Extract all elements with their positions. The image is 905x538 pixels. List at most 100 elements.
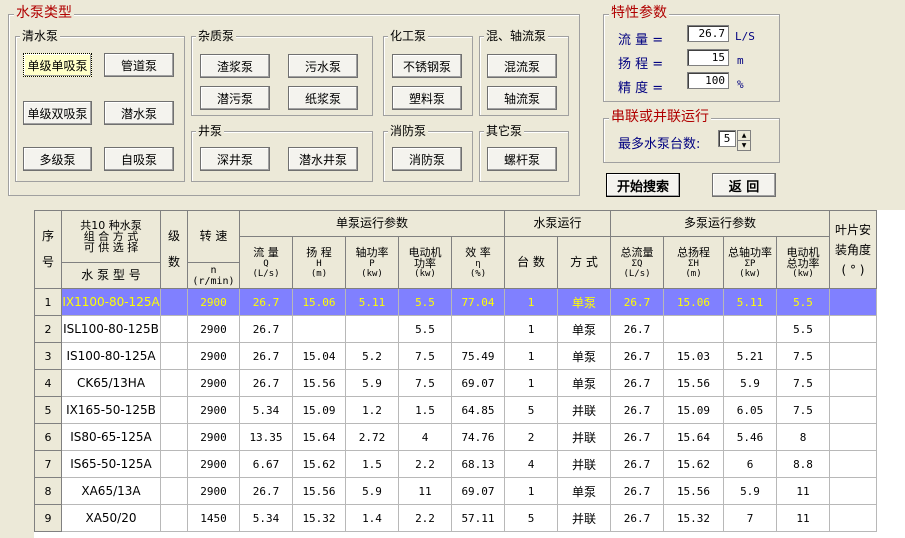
model-cell: ISL100-80-125B [61,315,161,343]
group-chemical-title: 化工泵 [388,29,429,43]
group-mixed-axial-title: 混、轴流泵 [484,29,549,43]
total-motor-power-cell: 5.5 [776,288,830,316]
col-multi-group: 多泵运行参数 [610,210,830,237]
btn-single-stage-double-suction[interactable]: 单级双吸泵 [23,101,92,125]
spin-up-icon[interactable]: ▲ [737,130,751,141]
col-s-flow-label: 流 量 [253,246,279,259]
run-mode-cell: 单泵 [557,288,611,316]
table-row[interactable]: 3 IS100-80-125A 2900 26.7 15.04 5.2 7.5 75.49 1 单… [34,342,877,370]
table-row[interactable]: 1 IX1100-80-125A 2900 26.7 15.06 5.11 5.5 77.04… [34,288,877,316]
flow-cell: 6.67 [239,450,293,478]
stage-cell [160,477,188,505]
shaft-power-cell: 5.9 [345,369,399,397]
btn-paper-pulp-pump[interactable]: 纸浆泵 [288,86,358,110]
table-row[interactable]: 7 IS65-50-125A 2900 6.67 15.62 1.5 2.2 68.13 4 并联… [34,450,877,478]
precision-input[interactable]: 100 [687,72,729,89]
group-fire-title: 消防泵 [388,124,429,138]
btn-screw-pump[interactable]: 螺杆泵 [487,147,557,171]
table-row[interactable]: 5 IX165-50-125B 2900 5.34 15.09 1.2 1.5 64.85 5 并… [34,396,877,424]
row-number: 6 [34,423,62,451]
params-title: 特性参数 [609,5,669,21]
btn-submersible-well-pump[interactable]: 潜水井泵 [288,147,358,171]
total-shaft-power-cell: 5.11 [723,288,777,316]
total-flow-cell: 26.7 [610,342,664,370]
table-row[interactable]: 9 XA50/20 1450 5.34 15.32 1.4 2.2 57.11 5 并联 26.7 1… [34,504,877,532]
btn-deep-well-pump[interactable]: 深井泵 [200,147,270,171]
run-mode-cell: 并联 [557,423,611,451]
total-flow-cell: 26.7 [610,504,664,532]
group-impurity-title: 杂质泵 [196,29,237,43]
col-m-head-label: 总扬程 [677,246,710,259]
btn-fire-pump[interactable]: 消防泵 [392,147,462,171]
total-motor-power-cell: 8 [776,423,830,451]
total-flow-cell: 26.7 [610,369,664,397]
spin-down-icon[interactable]: ▼ [737,141,751,151]
table-row[interactable]: 6 IS80-65-125A 2900 13.35 15.64 2.72 4 74.76 2 并联… [34,423,877,451]
speed-cell: 2900 [187,423,240,451]
total-flow-cell: 26.7 [610,315,664,343]
pump-count-cell: 1 [504,315,558,343]
back-button[interactable]: 返 回 [712,173,776,197]
max-pumps-input[interactable]: 5 [718,130,736,147]
btn-multistage-pump[interactable]: 多级泵 [23,147,92,171]
head-cell: 15.56 [292,369,346,397]
table-row[interactable]: 2 ISL100-80-125B 2900 26.7 5.5 1 单泵 26.7 5.5 [34,315,877,343]
shaft-power-cell [345,315,399,343]
btn-submersible-pump[interactable]: 潜水泵 [104,101,174,125]
speed-cell: 2900 [187,342,240,370]
btn-self-priming-pump[interactable]: 自吸泵 [104,147,174,171]
efficiency-cell: 77.04 [451,288,505,316]
col-s-head: 扬 程H (m) [292,236,346,289]
btn-plastic-pump[interactable]: 塑料泵 [392,86,462,110]
total-head-cell: 15.03 [663,342,724,370]
blade-angle-cell [829,315,877,343]
results-grid[interactable]: 序 号 共10 种水泵 组 合 方 式 可 供 选 择 级 数 转 速 单泵运行… [34,210,905,538]
blade-angle-cell [829,504,877,532]
total-motor-power-cell: 11 [776,504,830,532]
btn-mixed-flow-pump[interactable]: 混流泵 [487,54,557,78]
motor-power-cell: 7.5 [398,369,452,397]
col-single-group: 单泵运行参数 [239,210,505,237]
shaft-power-cell: 1.4 [345,504,399,532]
col-s-motor-sub: (kw) [414,268,436,279]
motor-power-cell: 7.5 [398,342,452,370]
row-number: 7 [34,450,62,478]
model-cell: XA65/13A [61,477,161,505]
run-mode-cell: 并联 [557,396,611,424]
pump-count-cell: 1 [504,288,558,316]
btn-axial-flow-pump[interactable]: 轴流泵 [487,86,557,110]
run-mode-cell: 单泵 [557,315,611,343]
col-m-flow-label: 总流量 [620,246,654,259]
blade-angle-cell [829,369,877,397]
btn-sewage-pump[interactable]: 污水泵 [288,54,358,78]
model-cell: CK65/13HA [61,369,161,397]
stage-cell [160,396,188,424]
btn-single-stage-single-suction[interactable]: 单级单吸泵 [23,53,92,77]
table-row[interactable]: 4 CK65/13HA 2900 26.7 15.56 5.9 7.5 69.07 1 单泵 26.… [34,369,877,397]
start-search-button[interactable]: 开始搜索 [606,173,680,197]
col-count: 台 数 [504,236,558,289]
col-speed: 转 速 [187,210,240,263]
stage-cell [160,369,188,397]
pump-count-cell: 5 [504,396,558,424]
group-well-title: 井泵 [196,124,225,138]
run-mode-cell: 单泵 [557,477,611,505]
row-number: 5 [34,396,62,424]
flow-input[interactable]: 26.7 [687,25,729,42]
col-s-eff-sub: η (%) [469,259,487,279]
speed-cell: 2900 [187,315,240,343]
btn-submersible-sewage-pump[interactable]: 潜污泵 [200,86,270,110]
total-head-cell: 15.56 [663,477,724,505]
btn-stainless-pump[interactable]: 不锈钢泵 [392,54,462,78]
table-row[interactable]: 8 XA65/13A 2900 26.7 15.56 5.9 11 69.07 1 单泵 26.7 1… [34,477,877,505]
btn-pipeline-pump[interactable]: 管道泵 [104,53,174,77]
total-shaft-power-cell: 6 [723,450,777,478]
col-seq: 序 号 [34,210,62,289]
flow-cell: 26.7 [239,342,293,370]
head-input[interactable]: 15 [687,49,729,66]
motor-power-cell: 2.2 [398,450,452,478]
btn-slurry-pump[interactable]: 渣浆泵 [200,54,270,78]
max-pumps-spinner[interactable]: ▲ ▼ [737,130,751,151]
total-head-cell: 15.09 [663,396,724,424]
row-number: 1 [34,288,62,316]
